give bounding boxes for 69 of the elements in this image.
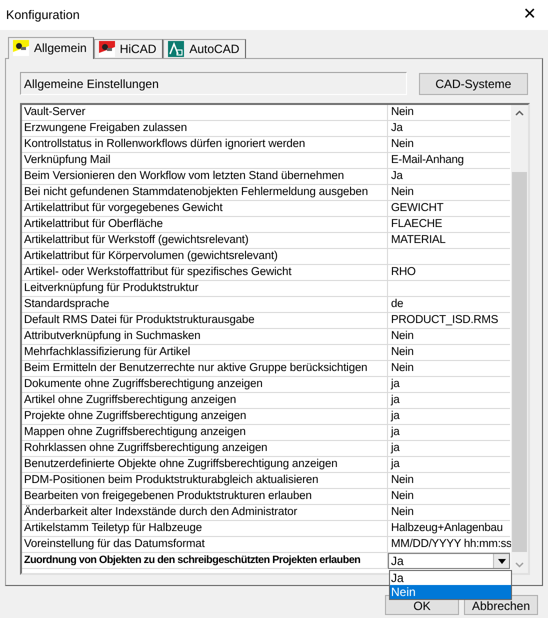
setting-value[interactable]: Nein [388, 345, 510, 361]
close-button[interactable]: ✕ [519, 7, 540, 23]
tab[interactable]: Allgemein [8, 37, 94, 59]
setting-name: Verknüpfung Mail [22, 153, 388, 169]
setting-value[interactable]: ja [388, 441, 510, 457]
camera-icon [98, 41, 115, 57]
setting-name: Mehrfachklassifizierung für Artikel [22, 345, 388, 361]
setting-name: Artikel- oder Werkstoffattribut für spezifisches Gewicht [22, 265, 388, 281]
setting-name: Rohrklassen ohne Zugriffsberechtigung anzeigen [22, 441, 388, 457]
setting-name: PDM-Positionen beim Produktstrukturabgleich aktualisieren [22, 473, 388, 489]
setting-name: Artikelattribut für Werkstoff (gewichtsrelevant) [22, 233, 388, 249]
setting-value[interactable]: Ja [388, 169, 510, 185]
scroll-thumb[interactable] [512, 172, 527, 552]
setting-name: Mappen ohne Zugriffsberechtigung anzeigen [22, 425, 388, 441]
setting-value[interactable]: ja [388, 377, 510, 393]
setting-name: Voreinstellung für das Datumsformat [22, 537, 388, 553]
setting-value[interactable]: Nein [388, 489, 510, 505]
setting-value[interactable]: Nein [388, 361, 510, 377]
setting-value[interactable]: Nein [388, 137, 510, 153]
dropdown-option[interactable]: Nein [390, 585, 511, 599]
setting-name: Bei nicht gefundenen Stammdatenobjekten Fehlermeldung ausgeben [22, 185, 388, 201]
setting-value[interactable]: Halbzeug+Anlagenbau [388, 521, 510, 537]
setting-name: Vault-Server [22, 105, 388, 121]
dropdown-option[interactable]: Ja [390, 571, 511, 585]
setting-name: Beim Versionieren den Workflow vom letzten Stand übernehmen [22, 169, 388, 185]
window-title: Konfiguration [6, 6, 80, 24]
setting-value[interactable]: RHO [388, 265, 510, 281]
setting-name: Standardsprache [22, 297, 388, 313]
scrollbar[interactable] [511, 105, 528, 573]
setting-value[interactable]: Nein [388, 105, 510, 121]
section-label: Allgemeine Einstellungen [20, 72, 407, 95]
setting-value[interactable]: ja [388, 425, 510, 441]
setting-value[interactable]: GEWICHT [388, 201, 510, 217]
setting-name: Erzwungene Freigaben zulassen [22, 121, 388, 137]
setting-value[interactable]: Nein [388, 473, 510, 489]
setting-value[interactable]: Nein [388, 329, 510, 345]
setting-name: Artikelattribut für vorgegebenes Gewicht [22, 201, 388, 217]
cad-systems-button[interactable]: CAD-Systeme [418, 72, 528, 94]
setting-name: Beim Ermitteln der Benutzerrechte nur aktive Gruppe berücksichtigen [22, 361, 388, 377]
setting-value[interactable]: ja [388, 457, 510, 473]
setting-name: Bearbeiten von freigegebenen Produktstrukturen erlauben [22, 489, 388, 505]
setting-value[interactable]: Nein [388, 185, 510, 201]
setting-name: Änderbarkeit alter Indexstände durch den Administrator [22, 505, 388, 521]
tab[interactable]: AutoCAD [163, 39, 246, 58]
tab[interactable]: HiCAD [94, 39, 164, 58]
setting-value[interactable]: PRODUCT_ISD.RMS [388, 313, 510, 329]
setting-value[interactable]: FLAECHE [388, 217, 510, 233]
setting-name: Artikelattribut für Oberfläche [22, 217, 388, 233]
setting-name: Attributverknüpfung in Suchmasken [22, 329, 388, 345]
setting-name: Benutzerdefinierte Objekte ohne Zugriffsberechtigung anzeigen [22, 457, 388, 473]
setting-value[interactable]: Ja [388, 121, 510, 137]
setting-value[interactable]: ja [388, 409, 510, 425]
setting-name: Artikelstamm Teiletyp für Halbzeuge [22, 521, 388, 537]
setting-value[interactable]: ja [388, 393, 510, 409]
setting-name: Projekte ohne Zugriffsberechtigung anzeigen [22, 409, 388, 425]
setting-name: Default RMS Datei für Produktstrukturausgabe [22, 313, 388, 329]
setting-name: Dokumente ohne Zugriffsberechtigung anzeigen [22, 377, 388, 393]
setting-value[interactable]: Nein [388, 505, 510, 521]
setting-value[interactable]: de [388, 297, 510, 313]
setting-value[interactable]: MATERIAL [388, 233, 510, 249]
camera-icon [13, 40, 29, 56]
setting-name: Artikelattribut für Körpervolumen (gewichtsrelevant) [22, 249, 388, 265]
setting-name: Artikel ohne Zugriffsberechtigung anzeigen [22, 393, 388, 409]
setting-name: Zuordnung von Objekten zu den schreibgeschützten Projekten erlauben [22, 553, 388, 569]
setting-value[interactable]: E-Mail-Anhang [388, 153, 510, 169]
value-combobox[interactable]: Ja [388, 553, 510, 569]
setting-name: Leitverknüpfung für Produktstruktur [22, 281, 388, 297]
setting-name: Kontrollstatus in Rollenworkflows dürfen ignoriert werden [22, 137, 388, 153]
drafting-icon [168, 41, 184, 57]
